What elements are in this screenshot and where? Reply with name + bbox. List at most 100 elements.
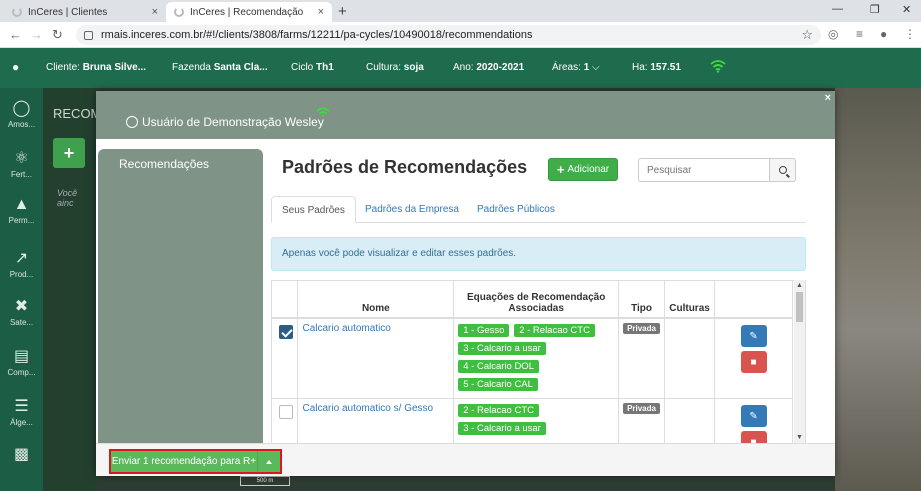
background-add-button[interactable]: +: [53, 138, 85, 168]
edit-button[interactable]: ✎: [740, 405, 767, 427]
delete-button[interactable]: ■: [740, 431, 767, 443]
menu-icon[interactable]: ⋮: [904, 27, 916, 41]
search-input[interactable]: [638, 158, 769, 182]
sidebar-item-algebra[interactable]: ☰ Álge...: [0, 396, 43, 427]
user-icon[interactable]: ●: [12, 60, 19, 74]
map-scale: 500 m: [240, 476, 290, 486]
table-scrollbar[interactable]: ▲ ▼: [794, 280, 805, 443]
breadcrumb-label: Cliente:: [46, 62, 80, 73]
close-tab-icon[interactable]: ×: [318, 6, 324, 18]
new-tab-button[interactable]: +: [338, 3, 347, 20]
type-badge: Privada: [623, 323, 660, 334]
close-window-icon[interactable]: ✕: [902, 3, 911, 16]
sidebar-item-comparacao[interactable]: ▤ Comp...: [0, 346, 43, 377]
add-label: Adicionar: [567, 164, 610, 175]
actions-cell: ✎ ■: [714, 317, 793, 399]
breadcrumb-value: 1: [583, 62, 590, 73]
add-pattern-button[interactable]: + Adicionar: [548, 158, 618, 181]
breadcrumb-value: 157.51: [650, 62, 681, 73]
breadcrumb-ha: Ha: 157.51: [632, 62, 681, 73]
equations-cell: 1 - Gesso 2 - Relacao CTC 3 - Calcario a…: [453, 317, 620, 399]
breadcrumb-cliente[interactable]: Cliente: Bruna Silve...: [46, 62, 146, 73]
minimize-icon[interactable]: —: [832, 3, 843, 15]
info-alert: Apenas você pode visualizar e editar ess…: [271, 237, 806, 271]
browser-tab-clientes[interactable]: InCeres | Clientes ×: [4, 2, 166, 22]
address-bar: ← → ↻ rmais.inceres.com.br/#!/clients/38…: [0, 22, 921, 48]
tab-padroes-publicos[interactable]: Padrões Públicos: [467, 196, 565, 223]
breadcrumb-value: Bruna Silve...: [82, 62, 147, 73]
report-icon: ▩: [13, 446, 30, 463]
breadcrumb-ano[interactable]: Ano: 2020-2021: [453, 62, 524, 73]
extension-icon[interactable]: ◎: [828, 27, 838, 41]
column-header-equacoes: Equações de Recomendação Associadas: [453, 281, 620, 319]
profile-icon[interactable]: ●: [880, 27, 887, 41]
wifi-icon: [710, 60, 726, 73]
sidebar-item-label: Perm...: [8, 216, 35, 225]
breadcrumb-label: Ha:: [632, 62, 648, 73]
edit-icon: ✎: [749, 410, 758, 422]
forward-icon[interactable]: →: [30, 27, 43, 42]
send-recommendation-button[interactable]: Enviar 1 recomendação para R+: [111, 451, 258, 472]
user-name: Usuário de Demonstração Wesley: [142, 115, 324, 129]
browser-tab-recomendacao[interactable]: InCeres | Recomendação ×: [166, 2, 332, 22]
column-header-culturas: Culturas: [664, 281, 716, 319]
background-recommendations-panel: RECOM + Você ainc: [43, 88, 101, 491]
scroll-up-icon[interactable]: ▲: [796, 282, 803, 289]
breadcrumb-cultura[interactable]: Cultura: soja: [366, 62, 424, 73]
reading-list-icon[interactable]: ≡: [856, 27, 863, 41]
back-icon[interactable]: ←: [9, 27, 22, 42]
plus-icon: +: [556, 162, 565, 177]
pattern-name-link[interactable]: Calcario automatico s/ Gesso: [302, 403, 433, 414]
sidebar-item-label: Sate...: [9, 318, 34, 327]
sidebar-item-report[interactable]: ▩: [0, 444, 43, 466]
url-input[interactable]: rmais.inceres.com.br/#!/clients/3808/far…: [76, 25, 821, 45]
breadcrumb-fazenda[interactable]: Fazenda Santa Cla...: [172, 62, 268, 73]
search-button[interactable]: [769, 158, 796, 182]
breadcrumb-areas[interactable]: Áreas: 1 ⌵: [552, 62, 600, 73]
delete-button[interactable]: ■: [740, 351, 767, 373]
cultures-cell: [664, 317, 716, 399]
sidebar-item-amostragem[interactable]: ◯ Amos...: [0, 98, 43, 129]
dropup-caret-icon[interactable]: [258, 451, 280, 472]
breadcrumb-label: Ano:: [453, 62, 474, 73]
breadcrumb-value: Santa Cla...: [213, 62, 268, 73]
satellite-map: [835, 88, 921, 491]
equations-cell: 2 - Relacao CTC 3 - Calcario a usar: [453, 398, 620, 443]
browser-tabbar: InCeres | Clientes × InCeres | Recomenda…: [0, 0, 921, 22]
edit-button[interactable]: ✎: [740, 325, 767, 347]
equation-badge: 5 - Calcario CAL: [458, 378, 538, 391]
pattern-name-link[interactable]: Calcario automatico: [302, 323, 390, 334]
close-tab-icon[interactable]: ×: [152, 6, 158, 18]
background-empty-text: Você ainc: [57, 188, 78, 208]
row-checkbox[interactable]: [279, 325, 293, 339]
type-badge: Privada: [623, 403, 660, 414]
modal-close-icon[interactable]: ×: [825, 92, 831, 104]
maximize-icon[interactable]: ❐: [870, 3, 880, 16]
trash-icon: ■: [750, 356, 757, 368]
scroll-thumb[interactable]: [796, 292, 803, 322]
breadcrumb-value: Th1: [316, 62, 334, 73]
breadcrumb-ciclo[interactable]: Ciclo Th1: [291, 62, 334, 73]
sidebar-item-produtividade[interactable]: ↗ Prod...: [0, 248, 43, 279]
sidebar-item-satelite[interactable]: ✖ Sate...: [0, 296, 43, 327]
sidebar-item-permissao[interactable]: ▲ Perm...: [0, 196, 43, 225]
reload-icon[interactable]: ↻: [52, 27, 63, 43]
star-icon[interactable]: ☆: [801, 27, 813, 43]
tab-seus-padroes[interactable]: Seus Padrões: [271, 196, 356, 223]
url-text: rmais.inceres.com.br/#!/clients/3808/far…: [101, 29, 533, 41]
pattern-tabs: Seus Padrões Padrões da Empresa Padrões …: [271, 196, 806, 223]
patterns-table-wrapper: Nome Equações de Recomendação Associadas…: [271, 280, 806, 443]
left-panel-title[interactable]: Recomendações: [119, 157, 209, 171]
lock-icon: [84, 30, 93, 40]
user-circle-icon: [126, 116, 138, 128]
row-checkbox[interactable]: [279, 405, 293, 419]
type-cell: Privada: [618, 398, 666, 443]
recommendation-patterns-modal: Usuário de Demonstração Wesley × Recomen…: [96, 91, 835, 476]
tab-padroes-empresa[interactable]: Padrões da Empresa: [355, 196, 469, 223]
sidebar-item-fertilidade[interactable]: ⚛ Fert...: [0, 148, 43, 179]
modal-left-panel: Recomendações: [98, 149, 263, 445]
wifi-icon: [316, 107, 330, 117]
loading-icon: [12, 7, 22, 17]
scroll-down-icon[interactable]: ▼: [796, 434, 803, 441]
left-sidebar: ◯ Amos... ⚛ Fert... ▲ Perm... ↗ Prod... …: [0, 88, 43, 491]
